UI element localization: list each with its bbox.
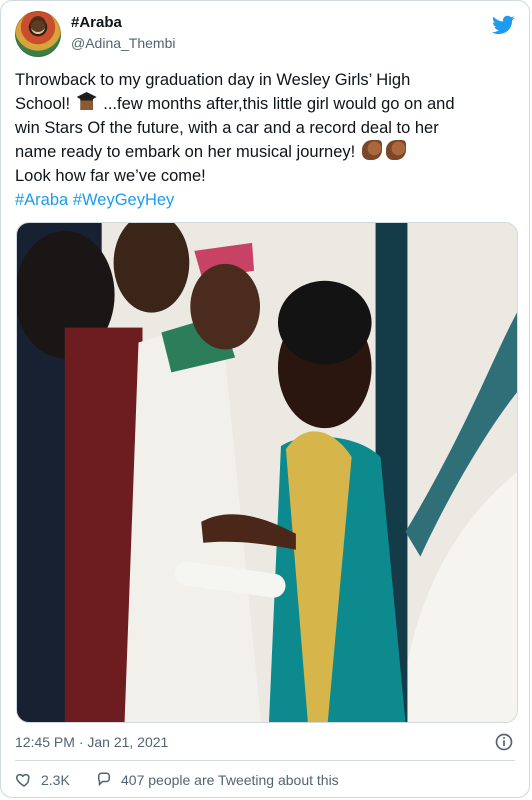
footer-divider xyxy=(15,760,515,761)
twitter-icon[interactable] xyxy=(491,13,515,37)
tweet-text-school: School! xyxy=(15,95,71,113)
tweet-text-line-5: Look how far we’ve come! xyxy=(15,167,206,185)
photo-bishop-face xyxy=(190,263,261,350)
like-count: 2.3K xyxy=(41,772,70,788)
tweet-text-line-1: Throwback to my graduation day in Wesley… xyxy=(15,71,411,89)
speech-bubble-icon xyxy=(98,772,110,787)
tweeting-about-count: 407 people are Tweeting about this xyxy=(121,772,339,788)
conversation-link[interactable]: 407 people are Tweeting about this xyxy=(95,771,339,789)
graduation-photo-illustration xyxy=(17,223,517,722)
hashtags-line: #Araba #WeyGeyHey xyxy=(15,188,515,212)
display-name[interactable]: #Araba xyxy=(71,14,122,32)
tweet-text-line-4: name ready to embark on her musical jour… xyxy=(15,140,515,164)
tweet-text-line-2: School! ...few months after,this little … xyxy=(15,92,515,116)
username-handle[interactable]: @Adina_Thembi xyxy=(71,34,176,52)
tweet-text-continuation: ...few months after,this little girl wou… xyxy=(103,95,455,113)
flexed-biceps-emoji-icon xyxy=(385,140,406,160)
flexed-biceps-emoji-icon xyxy=(361,140,382,160)
tweet-text-line-3: win Stars Of the future, with a car and … xyxy=(15,119,439,137)
like-button[interactable]: 2.3K xyxy=(15,771,70,789)
hashtag-link-weygeyhey[interactable]: #WeyGeyHey xyxy=(73,191,174,209)
tweet-card: #Araba @Adina_Thembi Throwback to my gra… xyxy=(0,0,530,798)
info-icon[interactable] xyxy=(494,732,514,752)
tweet-text: Throwback to my graduation day in Wesley… xyxy=(15,68,515,212)
avatar[interactable] xyxy=(15,11,61,57)
photo-girl-hair xyxy=(277,280,372,365)
tweet-timestamp[interactable]: 12:45 PM · Jan 21, 2021 xyxy=(15,733,168,751)
tweet-header: #Araba @Adina_Thembi xyxy=(15,11,515,59)
hashtag-link-araba[interactable]: #Araba xyxy=(15,191,68,209)
tweet-text-journey: name ready to embark on her musical jour… xyxy=(15,143,356,161)
heart-icon xyxy=(16,773,30,787)
graduation-photo[interactable] xyxy=(16,222,518,723)
graduate-emoji-icon xyxy=(76,92,97,110)
